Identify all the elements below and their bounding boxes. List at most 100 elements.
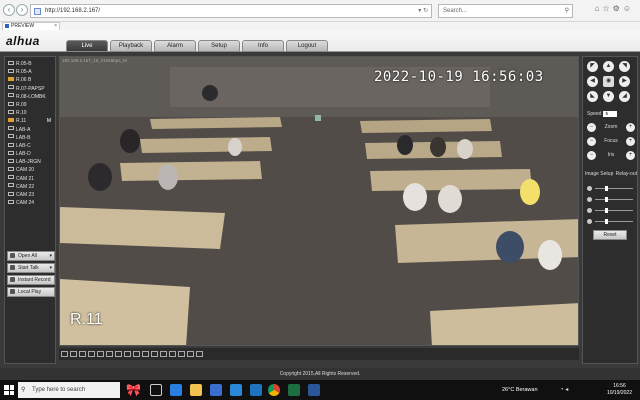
audio-icon[interactable] [151, 351, 158, 357]
smiley-icon[interactable]: ☺ [623, 4, 634, 13]
ptz-up-icon[interactable]: ▲ [603, 61, 614, 72]
layout-25-icon[interactable] [97, 351, 104, 357]
refresh-icon[interactable]: ▾ ↻ [418, 5, 428, 17]
speed-select[interactable]: 5 [603, 111, 618, 117]
address-bar[interactable]: http://192.168.2.167/ ▾ ↻ [30, 4, 432, 18]
file-explorer-icon[interactable] [190, 384, 202, 396]
reset-button[interactable]: Reset [593, 230, 627, 240]
slider-knob[interactable] [604, 197, 608, 202]
contrast-slider[interactable] [587, 196, 635, 204]
tab-live[interactable]: Live [66, 40, 108, 52]
taskbar-search-input[interactable]: ⚲ Type here to search [18, 382, 120, 398]
channel-item[interactable]: R.09 [5, 101, 55, 109]
weather-widget[interactable]: 26°C Berawan [502, 382, 538, 398]
system-tray[interactable]: ◔ ◂ [560, 382, 568, 398]
channel-item[interactable]: LAB-C [5, 142, 55, 150]
tab-setup[interactable]: Setup [198, 40, 240, 52]
instant-record-button[interactable]: Instant Record [7, 275, 55, 285]
image-setup-tab[interactable]: Image Setup [585, 171, 613, 177]
wifi-icon[interactable]: ◔ [560, 387, 564, 393]
channel-item[interactable]: LAB-A [5, 126, 55, 134]
channel-item[interactable]: R.10 [5, 109, 55, 117]
star-icon[interactable]: ☆ [602, 4, 612, 13]
ptz-down-right-icon[interactable]: ◢ [619, 91, 630, 102]
channel-item[interactable]: R.06 B [5, 76, 55, 84]
focus-far-button[interactable]: + [626, 137, 635, 146]
layout-16-icon[interactable] [88, 351, 95, 357]
aspect-icon[interactable] [124, 351, 131, 357]
clock[interactable]: 16:56 10/19/2022 [607, 383, 632, 396]
windows-start-icon[interactable] [4, 385, 14, 395]
task-view-icon[interactable] [150, 384, 162, 396]
iris-open-button[interactable]: + [626, 151, 635, 160]
fullscreen-icon[interactable] [115, 351, 122, 357]
zoom-out-button[interactable]: − [587, 123, 596, 132]
channel-item[interactable]: LAB-B [5, 134, 55, 142]
channel-item[interactable]: R.11 M [5, 117, 55, 125]
channel-item[interactable]: CAM 21 [5, 175, 55, 183]
browser-search-input[interactable]: Search... ⚲ [438, 4, 573, 18]
record-icon[interactable] [142, 351, 149, 357]
fluency-icon[interactable] [187, 351, 194, 357]
snapshot-icon[interactable] [133, 351, 140, 357]
ptz-up-right-icon[interactable]: ◥ [619, 61, 630, 72]
ptz-down-left-icon[interactable]: ◣ [587, 91, 598, 102]
volume-icon[interactable]: ◂ [565, 387, 568, 393]
tab-logout[interactable]: Logout [286, 40, 328, 52]
close-all-icon[interactable] [160, 351, 167, 357]
channel-item[interactable]: R.07-PAPSP [5, 85, 55, 93]
ptz-down-icon[interactable]: ▼ [603, 91, 614, 102]
saturation-slider[interactable] [587, 207, 635, 215]
start-talk-button[interactable]: Start Talk ▾ [7, 263, 55, 273]
excel-icon[interactable] [288, 384, 300, 396]
search-icon[interactable]: ⚲ [565, 5, 569, 17]
back-icon[interactable]: ‹ [3, 4, 15, 16]
relay-out-tab[interactable]: Relay-out [616, 171, 637, 177]
channel-item[interactable]: CAM 20 [5, 166, 55, 174]
zoom-icon[interactable] [169, 351, 176, 357]
browser-tools[interactable]: ⌂☆⚙☺ [595, 4, 634, 13]
channel-item[interactable]: CAM 22 [5, 183, 55, 191]
edge-icon[interactable] [170, 384, 182, 396]
ie-icon[interactable] [250, 384, 262, 396]
ptz-up-left-icon[interactable]: ◤ [587, 61, 598, 72]
word-icon[interactable] [308, 384, 320, 396]
tab-playback[interactable]: Playback [110, 40, 152, 52]
layout-36-icon[interactable] [106, 351, 113, 357]
focus-near-button[interactable]: − [587, 137, 596, 146]
layout-4-icon[interactable] [70, 351, 77, 357]
open-all-button[interactable]: Open All ▾ [7, 251, 55, 261]
ptz-left-icon[interactable]: ◀ [587, 76, 598, 87]
forward-icon[interactable]: › [16, 4, 28, 16]
channel-item[interactable]: CAM 23 [5, 191, 55, 199]
slider-knob[interactable] [604, 219, 608, 224]
ptz-center-icon[interactable]: ◉ [603, 76, 614, 87]
channel-item[interactable]: LAB-D [5, 150, 55, 158]
slider-knob[interactable] [604, 208, 608, 213]
tab-info[interactable]: Info [242, 40, 284, 52]
iris-close-button[interactable]: − [587, 151, 596, 160]
ptz-right-icon[interactable]: ▶ [619, 76, 630, 87]
slider-knob[interactable] [604, 186, 608, 191]
hue-slider[interactable] [587, 218, 635, 226]
store-icon[interactable] [210, 384, 222, 396]
channel-item[interactable]: CAM 24 [5, 199, 55, 207]
chrome-icon[interactable] [268, 384, 280, 396]
channel-item[interactable]: R.05-B [5, 60, 55, 68]
channel-item[interactable]: R.05-A [5, 68, 55, 76]
local-play-button[interactable]: Local Play [7, 287, 55, 297]
mail-icon[interactable] [230, 384, 242, 396]
tab-alarm[interactable]: Alarm [154, 40, 196, 52]
gear-icon[interactable]: ⚙ [613, 4, 623, 13]
video-viewport[interactable]: 192.168.2.167_16_01065bps_M 2022-10-19 1… [59, 56, 579, 346]
channel-item[interactable]: R.08-LOMBK [5, 93, 55, 101]
zoom-in-button[interactable]: + [626, 123, 635, 132]
browser-tab[interactable]: PREVIEW × [2, 22, 60, 30]
close-icon[interactable]: × [54, 23, 57, 30]
layout-1-icon[interactable] [61, 351, 68, 357]
channel-item[interactable]: LAB-JRGN [5, 158, 55, 166]
stream-icon[interactable] [178, 351, 185, 357]
brightness-slider[interactable] [587, 185, 635, 193]
settings-icon[interactable] [196, 351, 203, 357]
layout-9-icon[interactable] [79, 351, 86, 357]
